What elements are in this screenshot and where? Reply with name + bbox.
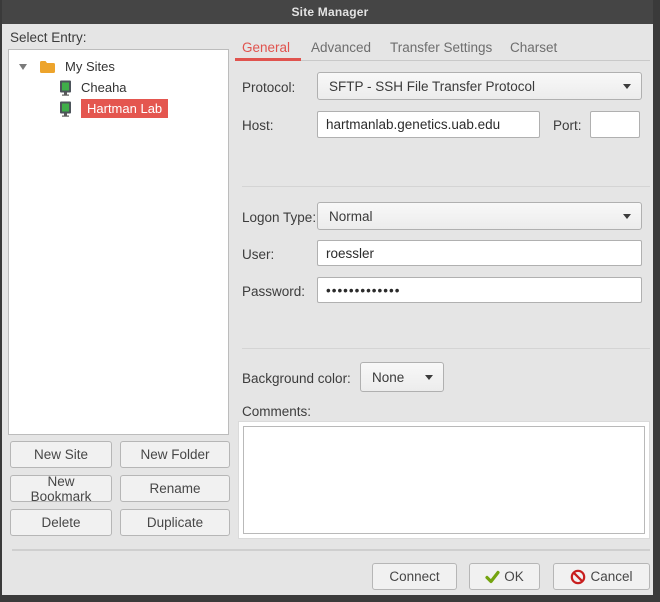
logon-type-label: Logon Type: [242,210,316,225]
separator [242,186,650,187]
tab-general[interactable]: General [242,40,290,55]
chevron-down-icon[interactable] [19,64,27,70]
tree-item-my-sites[interactable]: My Sites [9,56,228,77]
user-input[interactable] [317,240,642,266]
background-color-value: None [372,370,404,385]
chevron-down-icon [623,84,631,89]
delete-button[interactable]: Delete [10,509,112,536]
host-label: Host: [242,118,274,133]
folder-icon [39,60,56,74]
separator [242,348,650,349]
tree-item-label-selected: Hartman Lab [81,99,168,118]
check-icon [485,570,500,584]
password-label: Password: [242,284,305,299]
port-label: Port: [553,118,582,133]
cancel-button-label: Cancel [590,569,632,584]
footer-divider [12,549,650,551]
site-manager-dialog: Site Manager Select Entry: My Sites [0,0,660,602]
logon-type-value: Normal [329,209,373,224]
window-title: Site Manager [291,5,368,19]
protocol-value: SFTP - SSH File Transfer Protocol [329,79,535,94]
protocol-label: Protocol: [242,80,295,95]
cancel-button[interactable]: Cancel [553,563,650,590]
chevron-down-icon [623,214,631,219]
comments-label: Comments: [242,404,311,419]
rename-button[interactable]: Rename [120,475,230,502]
tree-item-label: My Sites [65,59,115,74]
background-color-dropdown[interactable]: None [360,362,444,392]
server-icon [59,101,72,117]
protocol-dropdown[interactable]: SFTP - SSH File Transfer Protocol [317,72,642,100]
chevron-down-icon [425,375,433,380]
password-input[interactable] [317,277,642,303]
server-icon [59,80,72,96]
duplicate-button[interactable]: Duplicate [120,509,230,536]
ok-button-label: OK [504,569,524,584]
new-bookmark-button[interactable]: New Bookmark [10,475,112,502]
connect-button[interactable]: Connect [372,563,457,590]
host-input[interactable] [317,111,540,138]
tree-item-hartman-lab[interactable]: Hartman Lab [9,98,228,119]
titlebar[interactable]: Site Manager [0,0,660,24]
new-folder-button[interactable]: New Folder [120,441,230,468]
tab-charset[interactable]: Charset [510,40,557,55]
tab-bar-divider [240,60,650,61]
select-entry-label: Select Entry: [10,30,87,45]
comments-textarea[interactable] [243,426,645,534]
ok-button[interactable]: OK [469,563,540,590]
port-input[interactable] [590,111,640,138]
tab-transfer-settings[interactable]: Transfer Settings [390,40,492,55]
tree-item-label: Cheaha [81,80,127,95]
cancel-icon [570,569,586,585]
logon-type-dropdown[interactable]: Normal [317,202,642,230]
site-tree[interactable]: My Sites Cheaha [8,49,229,435]
comments-container [238,421,650,539]
tree-item-cheaha[interactable]: Cheaha [9,77,228,98]
active-tab-underline [235,58,301,61]
new-site-button[interactable]: New Site [10,441,112,468]
connect-button-label: Connect [389,569,439,584]
user-label: User: [242,247,274,262]
background-color-label: Background color: [242,371,351,386]
tab-advanced[interactable]: Advanced [311,40,371,55]
